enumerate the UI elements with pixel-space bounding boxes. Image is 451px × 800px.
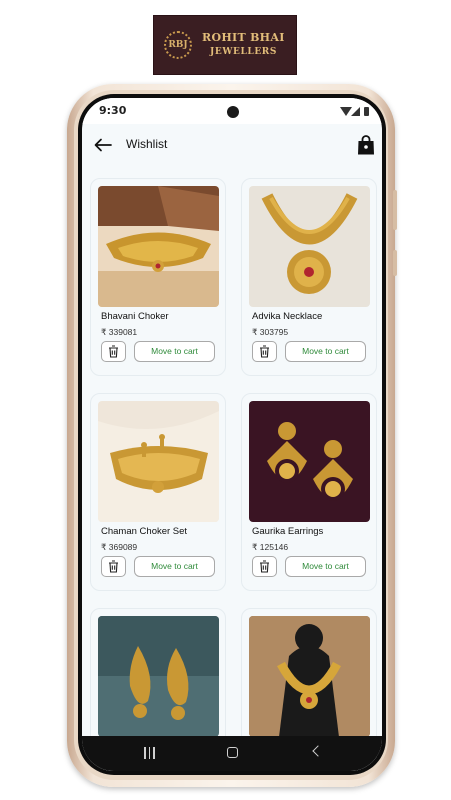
phone-volume-button (393, 190, 397, 230)
app-screen: 9:30 Wishlist Bhavani Choker ₹ 339081 Mo… (82, 98, 382, 771)
product-image (98, 616, 219, 737)
move-to-cart-button[interactable]: Move to cart (134, 341, 215, 362)
nav-recents-icon[interactable] (144, 747, 155, 759)
product-name: Gaurika Earrings (252, 526, 324, 537)
remove-button[interactable] (252, 556, 277, 577)
remove-button[interactable] (101, 341, 126, 362)
move-to-cart-button[interactable]: Move to cart (285, 556, 366, 577)
product-image (98, 186, 219, 307)
wishlist-card[interactable]: Advika Necklace ₹ 303795 Move to cart (241, 178, 377, 376)
brand-name: ROHIT BHAI (202, 31, 285, 44)
trash-icon (260, 560, 269, 573)
move-to-cart-button[interactable]: Move to cart (285, 341, 366, 362)
product-price: ₹ 303795 (252, 327, 289, 337)
wishlist-card[interactable]: Gaurika Earrings ₹ 125146 Move to cart (241, 393, 377, 591)
signal-icon (351, 107, 360, 116)
wishlist-card[interactable]: Bhavani Choker ₹ 339081 Move to cart (90, 178, 226, 376)
battery-icon (364, 107, 369, 116)
product-name: Advika Necklace (252, 311, 323, 322)
product-price: ₹ 339081 (101, 327, 138, 337)
brand-monogram: RBJ (164, 31, 192, 59)
status-bar: 9:30 (82, 98, 382, 124)
nav-home-icon[interactable] (227, 747, 238, 758)
shopping-bag-icon[interactable] (356, 134, 376, 156)
front-camera (227, 106, 239, 118)
brand-subtitle: JEWELLERS (210, 47, 277, 57)
status-time: 9:30 (99, 104, 127, 117)
product-image (249, 616, 370, 737)
trash-icon (260, 345, 269, 358)
app-bar: Wishlist (82, 124, 382, 168)
product-price: ₹ 369089 (101, 542, 138, 552)
product-name: Chaman Choker Set (101, 526, 188, 537)
move-to-cart-button[interactable]: Move to cart (134, 556, 215, 577)
trash-icon (109, 345, 118, 358)
remove-button[interactable] (252, 341, 277, 362)
product-image (249, 401, 370, 522)
trash-icon (109, 560, 118, 573)
system-nav-bar (82, 736, 382, 771)
wishlist-card[interactable]: Chaman Choker Set ₹ 369089 Move to cart (90, 393, 226, 591)
brand-logo: RBJ ROHIT BHAI JEWELLERS (153, 15, 297, 75)
phone-power-button (393, 250, 397, 276)
product-name: Bhavani Choker (101, 311, 169, 322)
product-image (98, 401, 219, 522)
product-image (249, 186, 370, 307)
product-price: ₹ 125146 (252, 542, 289, 552)
status-icons (340, 107, 372, 117)
page-title: Wishlist (126, 137, 168, 151)
nav-back-icon[interactable] (312, 745, 324, 757)
back-arrow-icon[interactable] (94, 138, 112, 152)
remove-button[interactable] (101, 556, 126, 577)
